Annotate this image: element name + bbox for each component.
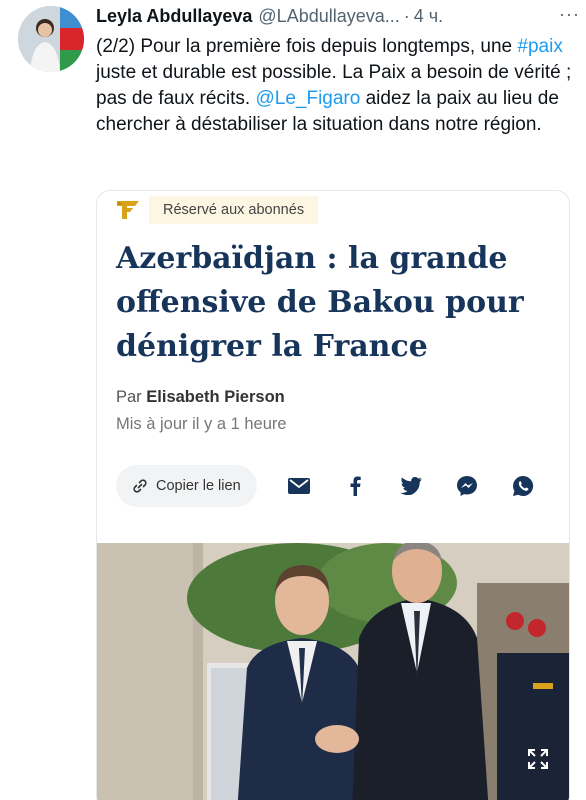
article-card[interactable]: Réservé aux abonnés Azerbaïdjan : la gra… (96, 190, 570, 800)
envelope-icon[interactable] (285, 472, 313, 500)
expand-icon[interactable] (527, 748, 549, 775)
tweet-text-prefix: (2/2) Pour la première fois depuis longt… (96, 36, 518, 57)
subscriber-badge: Réservé aux abonnés (149, 196, 319, 224)
le-figaro-logo-icon (113, 195, 143, 225)
copy-link-button[interactable]: Copier le lien (116, 465, 257, 507)
copy-link-label: Copier le lien (156, 478, 241, 494)
tweet-header: Leyla Abdullayeva @LAbdullayeva... · 4 ч… (96, 6, 576, 30)
article-headline[interactable]: Azerbaïdjan : la grande offensive de Bak… (116, 237, 556, 369)
article-updated: Mis à jour il y a 1 heure (116, 415, 287, 433)
messenger-icon[interactable] (453, 472, 481, 500)
whatsapp-icon[interactable] (509, 472, 537, 500)
avatar[interactable] (18, 6, 84, 72)
mention-link[interactable]: @Le_Figaro (255, 88, 360, 109)
article-author[interactable]: Elisabeth Pierson (146, 388, 284, 406)
author-name[interactable]: Leyla Abdullayeva (96, 6, 252, 27)
article-photo[interactable] (97, 543, 569, 800)
article-byline: Par Elisabeth Pierson (116, 388, 285, 407)
share-row: Copier le lien (116, 465, 537, 507)
tweet-text: (2/2) Pour la première fois depuis longt… (96, 34, 572, 138)
twitter-icon[interactable] (397, 472, 425, 500)
hashtag-link[interactable]: #paix (517, 36, 562, 57)
author-handle[interactable]: @LAbdullayeva... (258, 6, 399, 27)
facebook-icon[interactable] (341, 472, 369, 500)
separator-dot: · (403, 6, 410, 26)
more-options-icon[interactable]: ··· (559, 4, 580, 25)
timestamp[interactable]: 4 ч. (414, 6, 443, 27)
link-icon (133, 479, 147, 493)
badge-row: Réservé aux abonnés (113, 195, 319, 225)
byline-prefix: Par (116, 388, 147, 406)
